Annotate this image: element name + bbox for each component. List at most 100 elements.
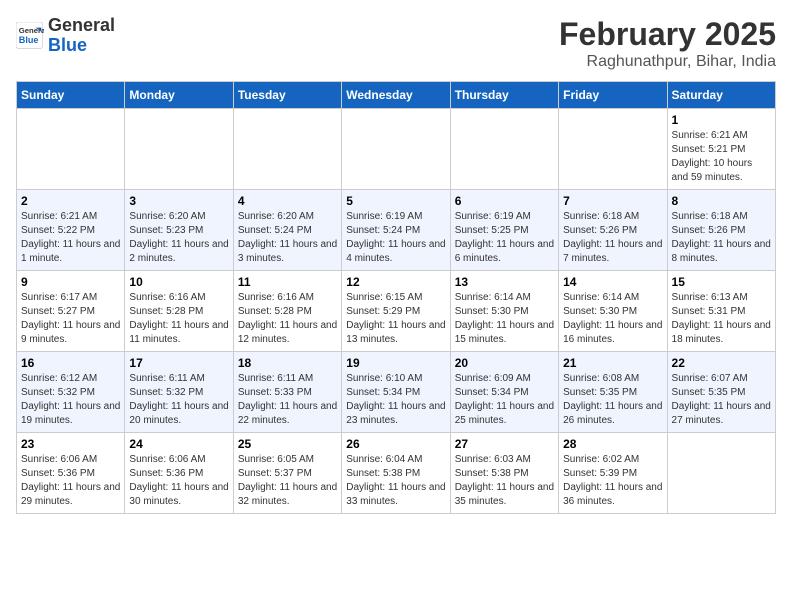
- day-info: Sunrise: 6:15 AM Sunset: 5:29 PM Dayligh…: [346, 291, 445, 347]
- calendar-cell: 1 Sunrise: 6:21 AM Sunset: 5:21 PM Daylig…: [667, 109, 775, 190]
- calendar-cell: 24 Sunrise: 6:06 AM Sunset: 5:36 PM Dayli…: [125, 433, 233, 514]
- page-header: General Blue General Blue February 2025 …: [16, 16, 776, 71]
- day-info: Sunrise: 6:16 AM Sunset: 5:28 PM Dayligh…: [129, 291, 228, 347]
- calendar-cell: [559, 109, 667, 190]
- week-row-3: 9Sunrise: 6:17 AM Sunset: 5:27 PM Daylig…: [17, 271, 776, 352]
- day-number: 10: [129, 275, 228, 289]
- svg-text:Blue: Blue: [19, 35, 39, 45]
- day-number: 25: [238, 437, 337, 451]
- day-info: Sunrise: 6:10 AM Sunset: 5:34 PM Dayligh…: [346, 372, 445, 428]
- day-info: Sunrise: 6:18 AM Sunset: 5:26 PM Dayligh…: [672, 210, 771, 266]
- calendar-cell: 9Sunrise: 6:17 AM Sunset: 5:27 PM Daylig…: [17, 271, 125, 352]
- calendar-cell: 11Sunrise: 6:16 AM Sunset: 5:28 PM Dayli…: [233, 271, 341, 352]
- calendar-table: Sunday Monday Tuesday Wednesday Thursday…: [16, 81, 776, 514]
- day-number: 1: [672, 113, 771, 127]
- day-info: Sunrise: 6:04 AM Sunset: 5:38 PM Dayligh…: [346, 453, 445, 509]
- header-sunday: Sunday: [17, 82, 125, 109]
- title-block: February 2025 Raghunathpur, Bihar, India: [559, 16, 776, 71]
- day-number: 19: [346, 356, 445, 370]
- day-info: Sunrise: 6:09 AM Sunset: 5:34 PM Dayligh…: [455, 372, 554, 428]
- calendar-cell: [342, 109, 450, 190]
- header-monday: Monday: [125, 82, 233, 109]
- week-row-1: 1 Sunrise: 6:21 AM Sunset: 5:21 PM Daylig…: [17, 109, 776, 190]
- calendar-cell: 12 Sunrise: 6:15 AM Sunset: 5:29 PM Dayli…: [342, 271, 450, 352]
- day-info: Sunrise: 6:13 AM Sunset: 5:31 PM Dayligh…: [672, 291, 771, 347]
- day-number: 14: [563, 275, 662, 289]
- day-number: 5: [346, 194, 445, 208]
- day-info: Sunrise: 6:14 AM Sunset: 5:30 PM Dayligh…: [563, 291, 662, 347]
- day-info: Sunrise: 6:20 AM Sunset: 5:24 PM Dayligh…: [238, 210, 337, 266]
- calendar-cell: 4 Sunrise: 6:20 AM Sunset: 5:24 PM Daylig…: [233, 190, 341, 271]
- calendar-cell: 26Sunrise: 6:04 AM Sunset: 5:38 PM Dayli…: [342, 433, 450, 514]
- logo-icon: General Blue: [16, 22, 44, 50]
- week-row-4: 16 Sunrise: 6:12 AM Sunset: 5:32 PM Dayli…: [17, 352, 776, 433]
- day-info: Sunrise: 6:21 AM Sunset: 5:22 PM Dayligh…: [21, 210, 120, 266]
- day-info: Sunrise: 6:11 AM Sunset: 5:32 PM Dayligh…: [129, 372, 228, 428]
- day-info: Sunrise: 6:02 AM Sunset: 5:39 PM Dayligh…: [563, 453, 662, 509]
- day-info: Sunrise: 6:17 AM Sunset: 5:27 PM Dayligh…: [21, 291, 120, 347]
- day-number: 16: [21, 356, 120, 370]
- calendar-cell: 18 Sunrise: 6:11 AM Sunset: 5:33 PM Dayli…: [233, 352, 341, 433]
- day-number: 22: [672, 356, 771, 370]
- calendar-cell: 16 Sunrise: 6:12 AM Sunset: 5:32 PM Dayli…: [17, 352, 125, 433]
- calendar-cell: 6 Sunrise: 6:19 AM Sunset: 5:25 PM Daylig…: [450, 190, 558, 271]
- day-number: 4: [238, 194, 337, 208]
- calendar-cell: 17 Sunrise: 6:11 AM Sunset: 5:32 PM Dayli…: [125, 352, 233, 433]
- day-info: Sunrise: 6:07 AM Sunset: 5:35 PM Dayligh…: [672, 372, 771, 428]
- day-info: Sunrise: 6:06 AM Sunset: 5:36 PM Dayligh…: [129, 453, 228, 509]
- logo-text: General Blue: [48, 16, 115, 56]
- day-number: 6: [455, 194, 554, 208]
- day-info: Sunrise: 6:08 AM Sunset: 5:35 PM Dayligh…: [563, 372, 662, 428]
- day-number: 17: [129, 356, 228, 370]
- calendar-cell: 25 Sunrise: 6:05 AM Sunset: 5:37 PM Dayli…: [233, 433, 341, 514]
- day-info: Sunrise: 6:21 AM Sunset: 5:21 PM Dayligh…: [672, 129, 771, 185]
- calendar-cell: 2Sunrise: 6:21 AM Sunset: 5:22 PM Daylig…: [17, 190, 125, 271]
- day-number: 18: [238, 356, 337, 370]
- location: Raghunathpur, Bihar, India: [559, 53, 776, 71]
- day-info: Sunrise: 6:14 AM Sunset: 5:30 PM Dayligh…: [455, 291, 554, 347]
- day-info: Sunrise: 6:06 AM Sunset: 5:36 PM Dayligh…: [21, 453, 120, 509]
- week-row-5: 23 Sunrise: 6:06 AM Sunset: 5:36 PM Dayli…: [17, 433, 776, 514]
- day-number: 23: [21, 437, 120, 451]
- calendar-body: 1 Sunrise: 6:21 AM Sunset: 5:21 PM Daylig…: [17, 109, 776, 514]
- header-thursday: Thursday: [450, 82, 558, 109]
- calendar-cell: 10 Sunrise: 6:16 AM Sunset: 5:28 PM Dayli…: [125, 271, 233, 352]
- day-info: Sunrise: 6:20 AM Sunset: 5:23 PM Dayligh…: [129, 210, 228, 266]
- day-info: Sunrise: 6:12 AM Sunset: 5:32 PM Dayligh…: [21, 372, 120, 428]
- calendar-cell: 23 Sunrise: 6:06 AM Sunset: 5:36 PM Dayli…: [17, 433, 125, 514]
- calendar-cell: [125, 109, 233, 190]
- calendar-cell: 3Sunrise: 6:20 AM Sunset: 5:23 PM Daylig…: [125, 190, 233, 271]
- logo: General Blue General Blue: [16, 16, 115, 56]
- week-row-2: 2Sunrise: 6:21 AM Sunset: 5:22 PM Daylig…: [17, 190, 776, 271]
- month-title: February 2025: [559, 16, 776, 53]
- day-number: 20: [455, 356, 554, 370]
- day-number: 15: [672, 275, 771, 289]
- day-info: Sunrise: 6:19 AM Sunset: 5:24 PM Dayligh…: [346, 210, 445, 266]
- calendar-cell: 8 Sunrise: 6:18 AM Sunset: 5:26 PM Daylig…: [667, 190, 775, 271]
- calendar-cell: 5 Sunrise: 6:19 AM Sunset: 5:24 PM Daylig…: [342, 190, 450, 271]
- calendar-cell: 19 Sunrise: 6:10 AM Sunset: 5:34 PM Dayli…: [342, 352, 450, 433]
- calendar-cell: [450, 109, 558, 190]
- header-tuesday: Tuesday: [233, 82, 341, 109]
- day-info: Sunrise: 6:11 AM Sunset: 5:33 PM Dayligh…: [238, 372, 337, 428]
- day-info: Sunrise: 6:05 AM Sunset: 5:37 PM Dayligh…: [238, 453, 337, 509]
- calendar-cell: 21 Sunrise: 6:08 AM Sunset: 5:35 PM Dayli…: [559, 352, 667, 433]
- day-number: 11: [238, 275, 337, 289]
- day-number: 12: [346, 275, 445, 289]
- header-wednesday: Wednesday: [342, 82, 450, 109]
- day-number: 27: [455, 437, 554, 451]
- calendar-cell: 7 Sunrise: 6:18 AM Sunset: 5:26 PM Daylig…: [559, 190, 667, 271]
- day-info: Sunrise: 6:18 AM Sunset: 5:26 PM Dayligh…: [563, 210, 662, 266]
- day-info: Sunrise: 6:19 AM Sunset: 5:25 PM Dayligh…: [455, 210, 554, 266]
- day-info: Sunrise: 6:03 AM Sunset: 5:38 PM Dayligh…: [455, 453, 554, 509]
- day-number: 21: [563, 356, 662, 370]
- day-number: 8: [672, 194, 771, 208]
- calendar-cell: 28Sunrise: 6:02 AM Sunset: 5:39 PM Dayli…: [559, 433, 667, 514]
- calendar-cell: 13 Sunrise: 6:14 AM Sunset: 5:30 PM Dayli…: [450, 271, 558, 352]
- day-number: 24: [129, 437, 228, 451]
- calendar-cell: 14 Sunrise: 6:14 AM Sunset: 5:30 PM Dayli…: [559, 271, 667, 352]
- day-number: 7: [563, 194, 662, 208]
- header-saturday: Saturday: [667, 82, 775, 109]
- day-number: 13: [455, 275, 554, 289]
- calendar-cell: [667, 433, 775, 514]
